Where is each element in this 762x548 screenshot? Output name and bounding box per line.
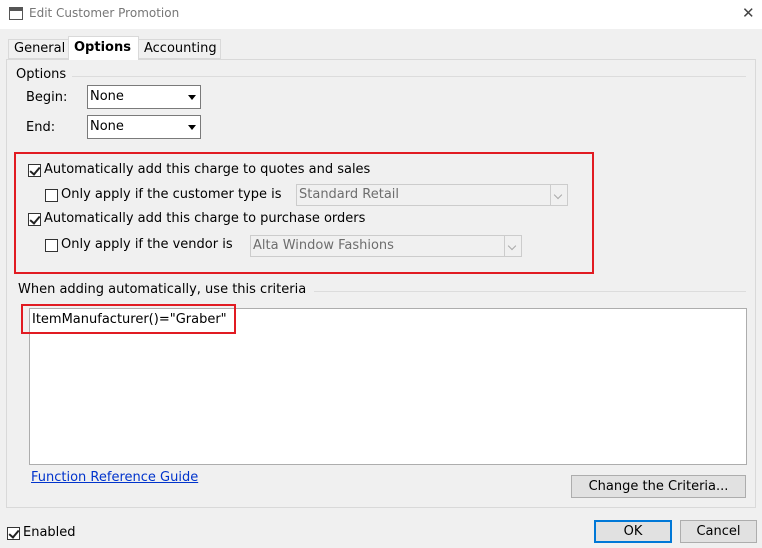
begin-select-value: None xyxy=(90,89,124,104)
criteria-group-divider xyxy=(314,291,746,292)
auto-add-highlight xyxy=(14,152,594,274)
enabled-checkbox[interactable] xyxy=(7,527,20,540)
tab-general[interactable]: General xyxy=(8,39,69,59)
end-label: End: xyxy=(26,120,56,135)
function-reference-link[interactable]: Function Reference Guide xyxy=(31,470,198,485)
end-select-value: None xyxy=(90,119,124,134)
change-criteria-button[interactable]: Change the Criteria... xyxy=(571,475,746,498)
close-icon[interactable]: ✕ xyxy=(742,3,755,23)
window-title: Edit Customer Promotion xyxy=(29,6,180,20)
options-group-label: Options xyxy=(16,67,67,82)
cancel-button[interactable]: Cancel xyxy=(680,520,757,543)
tab-options[interactable]: Options xyxy=(68,36,139,60)
enabled-label: Enabled xyxy=(23,525,76,540)
end-select[interactable]: None xyxy=(87,115,201,139)
begin-label: Begin: xyxy=(26,90,68,105)
ok-button[interactable]: OK xyxy=(594,520,672,543)
criteria-group-label: When adding automatically, use this crit… xyxy=(18,282,307,297)
chevron-down-icon[interactable] xyxy=(183,116,200,138)
options-group-divider xyxy=(72,76,746,77)
begin-select[interactable]: None xyxy=(87,85,201,109)
tab-accounting[interactable]: Accounting xyxy=(138,39,221,59)
chevron-down-icon[interactable] xyxy=(183,86,200,108)
criteria-highlight xyxy=(21,304,236,334)
window-icon xyxy=(9,7,23,20)
